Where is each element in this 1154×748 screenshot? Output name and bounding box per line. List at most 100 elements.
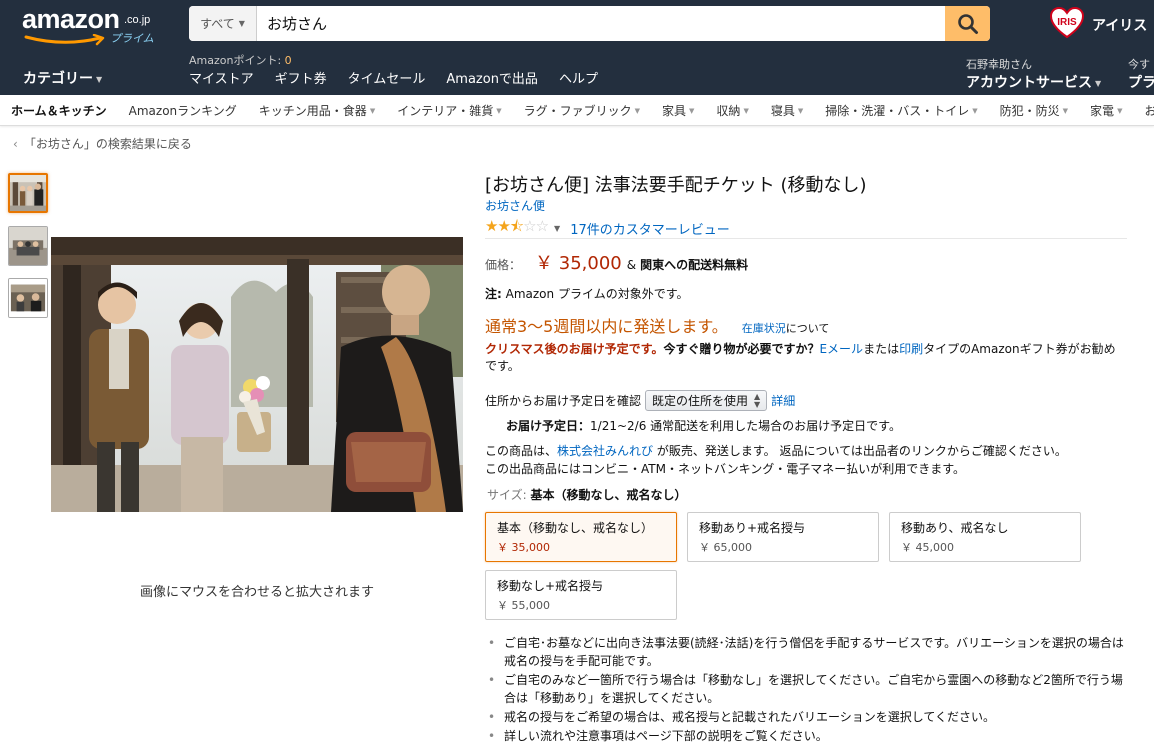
variant-option[interactable]: 移動なし+戒名授与 ￥ 55,000 (485, 570, 677, 620)
category-label: カテゴリー (23, 71, 93, 87)
payment-note: この出品商品にはコンビニ・ATM・ネットバンキング・電子マネー払いが利用できます… (485, 462, 966, 476)
prime-greeting: 今す (1128, 58, 1150, 71)
availability: 通常3～5週間以内に発送します。 在庫状況について (485, 313, 829, 337)
variant-name: 移動なし+戒名授与 (497, 579, 604, 593)
iris-badge-text: IRIS (1057, 17, 1077, 28)
seller-link[interactable]: 株式会社みんれび (557, 444, 653, 458)
star-empty-icon: ☆ (535, 217, 549, 235)
account-label: アカウントサービス (966, 75, 1092, 91)
zoom-hint: 画像にマウスを合わせると拡大されます (139, 585, 374, 600)
prime-menu[interactable]: 今す プラ (1128, 56, 1154, 92)
chevron-down-icon: ▼ (634, 107, 641, 115)
variant-option[interactable]: 移動あり、戒名なし ￥ 45,000 (889, 512, 1081, 562)
variant-price: ￥ 65,000 (699, 541, 752, 554)
promo-banner[interactable]: IRIS アイリス (1050, 6, 1154, 42)
gift-question: 今すぐ贈り物が必要ですか？ (663, 342, 820, 356)
delivery-detail-link[interactable]: 詳細 (771, 392, 795, 409)
christmas-warning: クリスマス後のお届け予定です。 (485, 342, 664, 356)
chevron-down-icon: ▼ (689, 107, 695, 115)
variant-option[interactable]: 移動あり+戒名授与 ￥ 65,000 (687, 512, 879, 562)
thumbnail-photo (9, 227, 47, 265)
reviews-link[interactable]: 17件のカスタマーレビュー (570, 219, 730, 238)
variant-name: 基本（移動なし、戒名なし） (497, 521, 654, 535)
chevron-left-icon: ‹ (13, 137, 18, 151)
subnav-ranking[interactable]: Amazonランキング (129, 102, 237, 119)
star-half-icon: ⯪ (509, 217, 524, 235)
nav-link-giftcard[interactable]: ギフト券 (275, 68, 327, 87)
search-dept-dropdown[interactable]: すべて ▼ (189, 6, 257, 41)
product-photo (51, 237, 463, 512)
thumbnail-1[interactable] (8, 173, 48, 213)
brand-link[interactable]: お坊さん便 (485, 197, 545, 214)
thumbnail-photo (10, 175, 46, 211)
subnav-interior-label: インテリア・雑貨 (397, 103, 494, 118)
nav-link-timesale[interactable]: タイムセール (348, 68, 426, 87)
category-button[interactable]: カテゴリー ▼ (23, 68, 102, 88)
main-product-image[interactable] (51, 237, 463, 512)
size-value: 基本（移動なし、戒名なし） (530, 488, 687, 502)
subnav-kitchen-label: キッチン用品・食器 (258, 103, 367, 118)
price-value: ￥ 35,000 (535, 253, 622, 274)
chevron-down-icon[interactable]: ▼ (554, 224, 560, 233)
variant-name: 移動あり、戒名なし (901, 521, 1009, 535)
logo-text: amazon (22, 4, 120, 34)
subnav-more[interactable]: お (1144, 102, 1154, 119)
promo-text: アイリス (1092, 18, 1148, 34)
address-select[interactable]: 既定の住所を使用 ▲ ▼ (645, 390, 768, 411)
search-icon (957, 13, 978, 34)
subnav-bedding-label: 寝具 (770, 103, 795, 118)
subnav-home-kitchen[interactable]: ホーム＆キッチン (11, 102, 107, 119)
subnav-interior[interactable]: インテリア・雑貨 ▼ (397, 102, 501, 119)
subnav-security[interactable]: 防犯・防災 ▼ (1000, 102, 1068, 119)
search-button[interactable] (945, 6, 990, 41)
subnav-furniture[interactable]: 家具 ▼ (662, 102, 694, 119)
subnav-appliances-label: 家電 (1090, 103, 1115, 118)
subnav-appliances[interactable]: 家電 ▼ (1090, 102, 1122, 119)
subnav-rug[interactable]: ラグ・ファブリック ▼ (524, 102, 640, 119)
account-menu[interactable]: 石野幸助さん アカウントサービス ▼ (966, 56, 1101, 92)
email-giftcard-link[interactable]: Eメール (819, 342, 863, 356)
subnav-storage[interactable]: 収納 ▼ (716, 102, 748, 119)
delivery-date-value: 1/21~2/6 通常配送を利用した場合のお届け予定日です。 (590, 419, 901, 433)
price-label: 価格： (485, 258, 522, 272)
back-to-results-link[interactable]: ‹ 「お坊さん」の検索結果に戻る (13, 135, 192, 152)
subnav-cleaning[interactable]: 掃除・洗濯・バス・トイレ ▼ (825, 102, 977, 119)
stock-status-link[interactable]: 在庫状況 (742, 322, 786, 335)
subnav-bedding[interactable]: 寝具 ▼ (771, 102, 803, 119)
thumbnail-3[interactable] (8, 278, 48, 318)
nav-link-mystore[interactable]: マイストア (189, 68, 254, 87)
variant-price: ￥ 45,000 (901, 541, 954, 554)
print-giftcard-link[interactable]: 印刷 (899, 342, 923, 356)
amazon-points[interactable]: Amazonポイント: 0 (189, 52, 292, 68)
star-empty-icon: ☆ (523, 217, 536, 235)
shipping-note: 関東への配送料無料 (640, 258, 749, 272)
prime-note-key: 注: (485, 287, 502, 301)
thumbnail-2[interactable] (8, 226, 48, 266)
category-subnav: ホーム＆キッチン Amazonランキング キッチン用品・食器 ▼ インテリア・雑貨… (0, 95, 1154, 126)
variant-option[interactable]: 基本（移動なし、戒名なし） ￥ 35,000 (485, 512, 677, 562)
size-key: サイズ: (487, 488, 531, 502)
chevron-down-icon: ▼ (496, 107, 502, 115)
subnav-kitchen[interactable]: キッチン用品・食器 ▼ (259, 102, 375, 119)
address-select-value: 既定の住所を使用 (652, 394, 749, 408)
prime-note: 注: Amazon プライムの対象外です。 (485, 285, 689, 302)
prime-note-text: Amazon プライムの対象外です。 (501, 287, 689, 301)
nav-link-help[interactable]: ヘルプ (559, 68, 598, 87)
delivery-check-label: 住所からお届け予定日を確認 (485, 394, 642, 408)
search-bar: すべて ▼ (189, 6, 990, 41)
logo-tld: .co.jp (124, 14, 151, 26)
feature-bullet: 詳しい流れや注意事項はページ下部の説明をご覧ください。 (488, 727, 1128, 745)
search-input[interactable] (257, 6, 945, 41)
thumbnail-photo (9, 279, 47, 317)
christmas-notice: クリスマス後のお届け予定です。今すぐ贈り物が必要ですか？Eメールまたは印刷タイプ… (485, 341, 1125, 375)
iris-heart-logo: IRIS (1050, 6, 1084, 39)
delivery-check: 住所からお届け予定日を確認 既定の住所を使用 ▲ ▼ 詳細 (485, 390, 795, 411)
nav-link-sell[interactable]: Amazonで出品 (446, 68, 538, 87)
star-full-icon: ★ (497, 217, 510, 235)
chevron-down-icon: ▼ (972, 107, 978, 115)
logo-prime: プライム (110, 33, 154, 45)
chevron-down-icon: ▼ (743, 107, 749, 115)
feature-bullet: 戒名の授与をご希望の場合は、戒名授与と記載されたバリエーションを選択してください… (488, 708, 1128, 726)
price-amp: & (626, 258, 637, 272)
amazon-logo[interactable]: amazon .co.jp プライム (22, 4, 162, 46)
